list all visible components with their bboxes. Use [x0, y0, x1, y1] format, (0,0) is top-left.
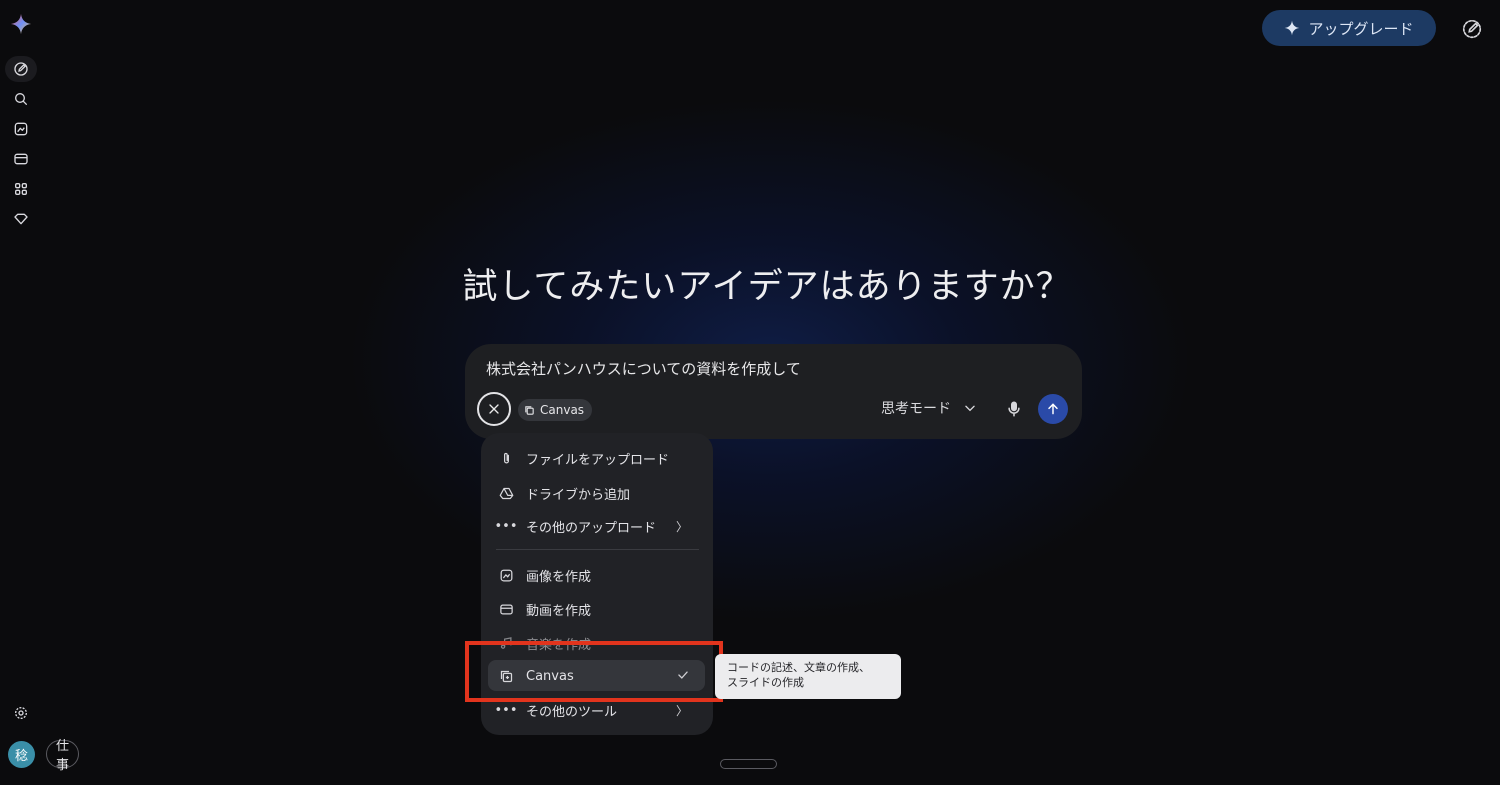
mode-selector[interactable]: 思考モード	[881, 398, 977, 418]
canvas-icon	[525, 405, 534, 415]
annotation-highlight-box	[465, 641, 723, 702]
menu-item-create-video[interactable]: 動画を作成	[498, 600, 696, 619]
menu-item-create-image[interactable]: 画像を作成	[498, 566, 696, 585]
search-icon[interactable]	[11, 89, 31, 109]
app-window: 稔 仕事 アップグレード 試してみたいアイデアはありますか？ 株式会社パンハウス…	[0, 0, 1500, 785]
avatar[interactable]: 稔	[8, 741, 35, 768]
prompt-input[interactable]: 株式会社パンハウスについての資料を作成して	[486, 358, 801, 379]
more-horizontal-icon: •••	[494, 519, 518, 534]
menu-item-upload-file[interactable]: ファイルをアップロード	[498, 449, 696, 468]
send-button[interactable]	[1038, 394, 1068, 424]
video-icon[interactable]	[11, 149, 31, 169]
drive-icon	[498, 486, 514, 502]
close-tools-button[interactable]	[477, 392, 511, 426]
menu-item-other-uploads[interactable]: ••• その他のアップロード 〉	[494, 517, 696, 536]
new-chat-top-icon[interactable]	[1461, 18, 1483, 40]
new-chat-icon[interactable]	[11, 59, 31, 79]
paperclip-icon	[498, 451, 514, 467]
arrow-up-icon	[1048, 403, 1058, 415]
menu-item-other-tools[interactable]: ••• その他のツール 〉	[494, 701, 696, 720]
sidebar: 稔 仕事	[0, 0, 80, 785]
upgrade-button[interactable]: アップグレード	[1262, 10, 1436, 46]
video-icon	[498, 602, 514, 618]
canvas-chip-label: Canvas	[540, 403, 585, 417]
gem-icon[interactable]	[11, 209, 31, 229]
workspace-chip[interactable]: 仕事	[46, 739, 80, 773]
canvas-tooltip: コードの記述、文章の作成、 スライドの作成	[715, 654, 901, 699]
image-icon[interactable]	[11, 119, 31, 139]
chevron-down-icon	[965, 405, 975, 412]
mode-label: 思考モード	[881, 401, 951, 417]
menu-divider	[496, 549, 699, 550]
upgrade-label: アップグレード	[1308, 19, 1414, 38]
microphone-icon[interactable]	[1005, 399, 1023, 419]
chevron-right-icon: 〉	[675, 704, 688, 718]
more-horizontal-icon: •••	[494, 703, 518, 718]
page-title: 試してみたいアイデアはありますか？	[462, 267, 1072, 307]
image-icon	[498, 568, 514, 584]
gemini-logo-icon[interactable]	[10, 13, 32, 35]
sparkle-icon	[1285, 20, 1300, 36]
canvas-tool-chip[interactable]: Canvas	[518, 399, 593, 421]
apps-icon[interactable]	[11, 179, 31, 199]
gear-icon[interactable]	[11, 703, 31, 723]
menu-item-add-from-drive[interactable]: ドライブから追加	[498, 484, 696, 503]
bottom-handle[interactable]	[720, 759, 777, 769]
close-icon	[489, 404, 499, 414]
prompt-box: 株式会社パンハウスについての資料を作成して Canvas 思考モード	[465, 344, 1082, 439]
chevron-right-icon: 〉	[675, 520, 688, 534]
